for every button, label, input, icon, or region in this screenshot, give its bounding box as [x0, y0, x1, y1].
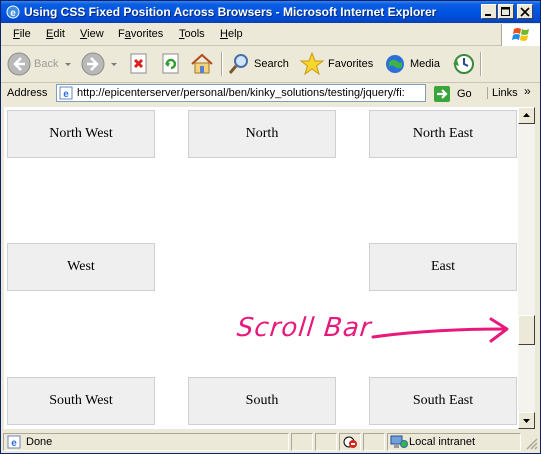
zone-label: Local intranet — [409, 436, 476, 448]
address-bar: Address e http://epicenterserver/persona… — [1, 83, 540, 105]
arrow-down-icon — [523, 419, 530, 423]
toolbar-separator — [221, 52, 223, 76]
chevron-down-icon — [111, 63, 117, 66]
favorites-label: Favorites — [328, 58, 374, 70]
status-text: Done — [26, 436, 53, 448]
status-bar: e Done Local intranet — [1, 431, 540, 453]
close-icon — [520, 7, 530, 17]
star-icon — [299, 52, 325, 76]
back-arrow-icon — [7, 52, 31, 76]
ie-icon: e — [6, 5, 20, 19]
scroll-down-button[interactable] — [518, 412, 535, 429]
box-north-west: North West — [7, 110, 155, 158]
maximize-icon — [501, 7, 510, 16]
status-panel-main: e Done — [3, 433, 289, 451]
menu-view[interactable]: View — [80, 28, 104, 40]
links-button[interactable]: Links » — [487, 84, 531, 99]
menu-edit[interactable]: Edit — [46, 28, 65, 40]
search-label: Search — [254, 58, 289, 70]
go-label: Go — [457, 88, 472, 100]
address-url: http://epicenterserver/personal/ben/kink… — [77, 87, 405, 99]
status-panel — [315, 433, 337, 451]
status-panel-zone: Local intranet — [387, 433, 521, 451]
minimize-button[interactable] — [481, 4, 497, 19]
refresh-button[interactable] — [160, 52, 182, 76]
window-title: Using CSS Fixed Position Across Browsers… — [24, 5, 437, 19]
standard-toolbar: Back Search Favorites Media — [1, 46, 540, 83]
resize-grip-icon[interactable] — [525, 437, 538, 450]
scroll-thumb[interactable] — [518, 315, 535, 345]
maximize-button[interactable] — [498, 4, 514, 19]
media-label: Media — [410, 58, 440, 70]
toolbar-separator — [480, 52, 482, 76]
menu-key: H — [220, 28, 228, 40]
box-west: West — [7, 243, 155, 291]
stop-button[interactable] — [128, 52, 150, 76]
svg-text:e: e — [63, 89, 69, 100]
menu-rest: ile — [19, 28, 31, 40]
menu-tools[interactable]: Tools — [179, 28, 205, 40]
menu-file[interactable]: File — [13, 28, 31, 40]
scroll-up-button[interactable] — [518, 107, 535, 124]
menu-rest: iew — [87, 28, 104, 40]
links-label: Links — [492, 87, 518, 99]
address-input[interactable]: e http://epicenterserver/personal/ben/ki… — [56, 84, 426, 102]
menu-rest: elp — [227, 28, 243, 40]
status-panel-privacy — [339, 433, 361, 451]
scroll-bar-annotation: Scroll Bar — [235, 313, 374, 343]
media-button[interactable]: Media — [383, 52, 440, 76]
page-content: North West North North East West East So… — [4, 107, 518, 429]
box-south: South — [188, 377, 336, 425]
box-north: North — [188, 110, 336, 158]
refresh-icon — [162, 53, 179, 74]
menu-rest: dit — [53, 28, 65, 40]
menu-pre: F — [118, 28, 125, 40]
back-label: Back — [34, 58, 59, 70]
page-done-icon: e — [7, 435, 21, 449]
local-intranet-icon — [390, 435, 408, 448]
go-arrow-icon — [434, 86, 450, 102]
menu-key: F — [13, 28, 20, 40]
media-icon — [386, 55, 404, 73]
favorites-button[interactable]: Favorites — [299, 52, 373, 76]
browser-window: e Using CSS Fixed Position Across Browse… — [0, 0, 541, 454]
box-east: East — [369, 243, 517, 291]
go-button[interactable]: Go — [433, 84, 472, 104]
search-icon — [228, 54, 248, 74]
windows-logo — [501, 24, 540, 46]
menu-rest: ools — [184, 28, 205, 40]
status-panel — [291, 433, 313, 451]
menu-rest: vorites — [130, 28, 164, 40]
title-bar[interactable]: e Using CSS Fixed Position Across Browse… — [1, 1, 540, 23]
minimize-icon — [485, 14, 491, 16]
back-button[interactable]: Back — [7, 52, 73, 76]
box-south-east: South East — [369, 377, 517, 425]
svg-text:e: e — [11, 438, 17, 449]
svg-text:e: e — [10, 8, 16, 19]
privacy-blocked-icon — [343, 436, 357, 448]
close-button[interactable] — [517, 4, 533, 19]
history-button[interactable] — [450, 52, 476, 76]
box-south-west: South West — [7, 377, 155, 425]
box-north-east: North East — [369, 110, 517, 158]
windows-flag-icon — [512, 28, 529, 41]
forward-arrow-icon — [81, 52, 105, 76]
address-label: Address — [7, 87, 48, 99]
chevron-down-icon — [65, 63, 72, 66]
stop-icon — [130, 53, 147, 74]
search-button[interactable]: Search — [227, 52, 289, 76]
forward-button[interactable] — [81, 52, 119, 76]
page-icon: e — [59, 86, 73, 100]
menu-bar: File Edit View Favorites Tools Help — [1, 24, 540, 46]
home-button[interactable] — [190, 52, 214, 76]
links-chevron-icon: » — [524, 84, 531, 98]
menu-help[interactable]: Help — [220, 28, 243, 40]
home-icon — [191, 53, 213, 74]
status-panel — [363, 433, 385, 451]
arrow-up-icon — [523, 113, 530, 117]
menu-favorites[interactable]: Favorites — [118, 28, 163, 40]
annotation-arrow-icon — [371, 317, 509, 343]
vertical-scrollbar[interactable] — [518, 107, 535, 429]
history-icon — [453, 54, 474, 74]
